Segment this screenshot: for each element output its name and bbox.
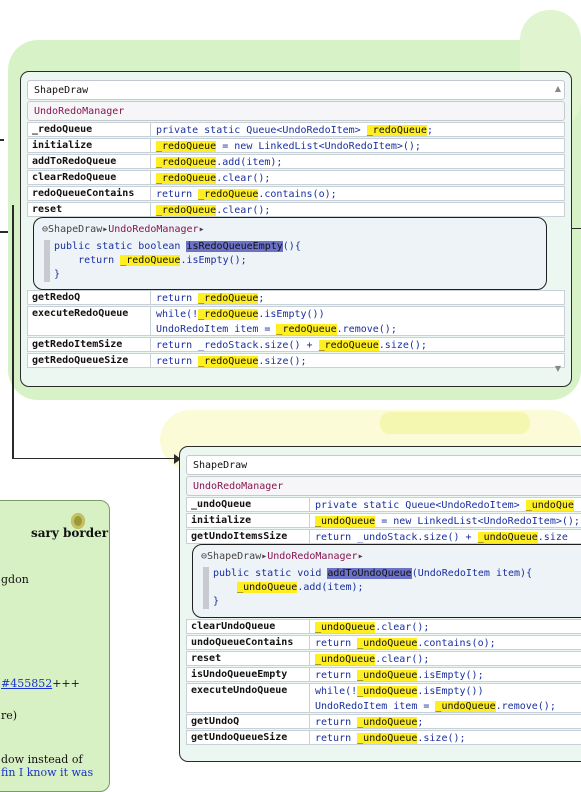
bubble-breadcrumb: ⊖ShapeDraw▸UndoRedoManager▸ xyxy=(42,224,205,235)
note-link-row: #455852+++ xyxy=(1,677,80,690)
note-panel[interactable]: sary border gdon #455852+++ re) dow inst… xyxy=(0,500,110,792)
breadcrumb[interactable]: ShapeDraw xyxy=(27,80,565,100)
member-name[interactable]: getRedoQ xyxy=(27,290,151,305)
member-name[interactable]: reset xyxy=(186,651,310,666)
member-row[interactable]: getRedoQueueSize return _redoQueue.size()… xyxy=(27,353,565,368)
class-name[interactable]: UndoRedoManager xyxy=(27,101,565,121)
member-row[interactable]: getUndoQ return _undoQueue; xyxy=(186,714,581,729)
connector-line xyxy=(571,228,581,229)
member-name[interactable]: getRedoItemSize xyxy=(27,337,151,352)
member-name[interactable]: getUndoQueueSize xyxy=(186,730,310,745)
expanded-method-bubble[interactable]: ⊖ShapeDraw▸UndoRedoManager▸ public stati… xyxy=(192,544,581,618)
member-row[interactable]: undoQueueContains return _undoQueue.conta… xyxy=(186,635,581,650)
member-row[interactable]: _undoQueue private static Queue<UndoRedoI… xyxy=(186,497,581,512)
member-code[interactable]: _redoQueue.clear(); xyxy=(151,202,565,217)
member-code[interactable]: while(!_redoQueue.isEmpty()) UndoRedoItem… xyxy=(151,306,565,336)
member-name[interactable]: _undoQueue xyxy=(186,497,310,512)
member-code[interactable]: _redoQueue.clear(); xyxy=(151,170,565,185)
member-row[interactable]: clearRedoQueue _redoQueue.clear(); xyxy=(27,170,565,185)
member-name[interactable]: initialize xyxy=(186,513,310,528)
member-name[interactable]: getUndoItemsSize xyxy=(186,529,310,544)
member-code[interactable]: return _undoStack.size() + _undoQueue.si… xyxy=(310,529,581,544)
issue-link[interactable]: #455852 xyxy=(1,677,52,690)
member-row[interactable]: reset _redoQueue.clear(); xyxy=(27,202,565,217)
connector-line xyxy=(0,231,8,233)
member-name[interactable]: getRedoQueueSize xyxy=(27,353,151,368)
member-code[interactable]: return _undoQueue.isEmpty(); xyxy=(310,667,581,682)
member-row[interactable]: getRedoQ return _redoQueue; xyxy=(27,290,565,305)
member-name[interactable]: reset xyxy=(27,202,151,217)
member-row[interactable]: getUndoItemsSize return _undoStack.size()… xyxy=(186,529,581,544)
member-code[interactable]: _undoQueue = new LinkedList<UndoRedoItem… xyxy=(310,513,581,528)
connector-line xyxy=(12,458,175,459)
member-code[interactable]: return _redoQueue.size(); xyxy=(151,353,565,368)
member-row[interactable]: clearUndoQueue _undoQueue.clear(); xyxy=(186,619,581,634)
member-row[interactable]: redoQueueContains return _redoQueue.conta… xyxy=(27,186,565,201)
member-code[interactable]: _redoQueue = new LinkedList<UndoRedoItem… xyxy=(151,138,565,153)
member-row[interactable]: executeRedoQueue while(!_redoQueue.isEmpt… xyxy=(27,306,565,336)
member-code[interactable]: return _redoStack.size() + _redoQueue.si… xyxy=(151,337,565,352)
member-name[interactable]: addToRedoQueue xyxy=(27,154,151,169)
member-name[interactable]: undoQueueContains xyxy=(186,635,310,650)
member-name[interactable]: isUndoQueueEmpty xyxy=(186,667,310,682)
method-code[interactable]: public static void addToUndoQueue(UndoRe… xyxy=(203,567,532,609)
member-name[interactable]: executeRedoQueue xyxy=(27,306,151,336)
member-name[interactable]: clearUndoQueue xyxy=(186,619,310,634)
scroll-down-icon[interactable]: ▼ xyxy=(555,364,561,373)
code-bubble-redo[interactable]: ShapeDraw ▲ UndoRedoManager _redoQueue pr… xyxy=(20,71,572,387)
background-yellow-strip xyxy=(380,412,530,434)
member-row[interactable]: addToRedoQueue _redoQueue.add(item); xyxy=(27,154,565,169)
member-code[interactable]: private static Queue<UndoRedoItem> _redo… xyxy=(151,122,565,137)
member-code[interactable]: return _undoQueue; xyxy=(310,714,581,729)
member-row[interactable]: getRedoItemSize return _redoStack.size() … xyxy=(27,337,565,352)
note-text: fin I know it was xyxy=(1,766,94,779)
note-text: dow instead of xyxy=(1,753,83,766)
member-code[interactable]: private static Queue<UndoRedoItem> _undo… xyxy=(310,497,581,512)
member-code[interactable]: return _redoQueue; xyxy=(151,290,565,305)
member-row[interactable]: initialize _redoQueue = new LinkedList<Un… xyxy=(27,138,565,153)
member-code[interactable]: while(!_undoQueue.isEmpty()) UndoRedoItem… xyxy=(310,683,581,713)
method-code[interactable]: public static boolean isRedoQueueEmpty()… xyxy=(44,240,301,282)
member-code[interactable]: return _redoQueue.contains(o); xyxy=(151,186,565,201)
member-code[interactable]: return _undoQueue.size(); xyxy=(310,730,581,745)
connector-line xyxy=(0,139,4,141)
member-name[interactable]: _redoQueue xyxy=(27,122,151,137)
note-text: gdon xyxy=(1,573,29,586)
member-name[interactable]: executeUndoQueue xyxy=(186,683,310,713)
member-name[interactable]: clearRedoQueue xyxy=(27,170,151,185)
note-heading: sary border xyxy=(31,526,109,540)
note-text: re) xyxy=(1,709,18,722)
member-row[interactable]: getUndoQueueSize return _undoQueue.size()… xyxy=(186,730,581,745)
member-row[interactable]: initialize _undoQueue = new LinkedList<Un… xyxy=(186,513,581,528)
member-code[interactable]: _undoQueue.clear(); xyxy=(310,619,581,634)
scroll-up-icon[interactable]: ▲ xyxy=(555,84,561,93)
member-code[interactable]: return _undoQueue.contains(o); xyxy=(310,635,581,650)
expanded-method-bubble[interactable]: ⊖ShapeDraw▸UndoRedoManager▸ public stati… xyxy=(33,217,547,290)
member-row[interactable]: isUndoQueueEmpty return _undoQueue.isEmpt… xyxy=(186,667,581,682)
class-name[interactable]: UndoRedoManager xyxy=(186,476,581,496)
member-name[interactable]: initialize xyxy=(27,138,151,153)
bubble-breadcrumb: ⊖ShapeDraw▸UndoRedoManager▸ xyxy=(201,551,364,562)
member-name[interactable]: redoQueueContains xyxy=(27,186,151,201)
member-code[interactable]: _redoQueue.add(item); xyxy=(151,154,565,169)
member-row[interactable]: executeUndoQueue while(!_undoQueue.isEmpt… xyxy=(186,683,581,713)
member-code[interactable]: _undoQueue.clear(); xyxy=(310,651,581,666)
member-row[interactable]: _redoQueue private static Queue<UndoRedoI… xyxy=(27,122,565,137)
connector-line xyxy=(12,205,14,459)
member-row[interactable]: reset _undoQueue.clear(); xyxy=(186,651,581,666)
breadcrumb[interactable]: ShapeDraw xyxy=(186,455,581,475)
code-bubble-undo[interactable]: ShapeDraw UndoRedoManager _undoQueue priv… xyxy=(179,446,581,762)
member-name[interactable]: getUndoQ xyxy=(186,714,310,729)
